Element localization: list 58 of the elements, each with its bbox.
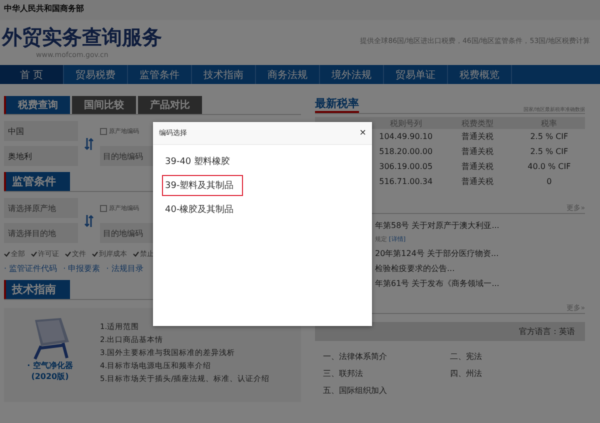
book-edition: (2020版) [31,371,69,382]
nav-item[interactable]: 境外法规 [320,65,384,84]
nav-item[interactable]: 首 页 [0,65,64,84]
law-link[interactable]: 二、宪法 [450,351,577,362]
law-link[interactable]: 四、州法 [450,368,577,379]
law-link[interactable]: 三、联邦法 [323,368,450,379]
nav-item[interactable]: 税费概览 [448,65,512,84]
destination-field[interactable]: 奥地利 [4,146,78,166]
destination-code-field[interactable]: 目的地编码 [100,146,156,166]
news-title[interactable]: 20年第124号 关于部分医疗物资... [375,248,585,259]
law-link[interactable]: 一、法律体系简介 [323,351,450,362]
table-cell-text: 104.49.90.10 [378,132,434,141]
close-button[interactable]: × [360,127,366,139]
table-cell-text: 2.5 % CIF [529,147,570,156]
code-option[interactable]: 39-塑料及其制品 [162,175,243,196]
official-language: 官方语言：英语 [519,326,575,337]
table-cell-text: 普通关税 [460,176,494,187]
section-heading: 技术指南 [4,280,70,299]
table-cell-text: 普通关税 [460,131,494,142]
table-cell-text: 普通关税 [460,146,494,157]
nav-item[interactable]: 监管条件 [128,65,192,84]
news-title[interactable]: 检验检疫要求的公告... [375,263,585,274]
check-icon [92,251,98,257]
check-icon [65,251,71,257]
destination-code-field[interactable]: 目的地编码 [100,223,156,243]
news-title[interactable]: 年第61号 关于发布《商务领域一... [375,278,585,289]
swap-icon[interactable] [84,136,94,150]
tab[interactable]: 税费查询 [4,96,70,114]
tab[interactable]: 国间比较 [72,96,136,114]
origin-field[interactable]: 中国 [4,121,78,141]
link[interactable]: · 申报要素 [63,263,100,274]
section-heading: 最新税率 [315,96,359,113]
table-cell-text: 普通关税 [460,161,494,172]
table-cell-text: 40.0 % CIF [526,162,572,171]
link[interactable]: · 监管证件代码 [4,263,58,274]
origin-field[interactable]: 请选择原产地 [4,198,78,218]
news-title[interactable]: 年第58号 关于对原产于澳大利亚... [375,220,585,231]
site-title: 外贸实务查询服务 [2,24,162,50]
ministry-name: 中华人民共和国商务部 [4,4,84,13]
nav-item[interactable]: 技术指南 [192,65,256,84]
table-cell-text: 516.71.00.34 [378,177,434,186]
book-title[interactable]: · 空气净化器 [27,360,73,371]
table-cell-text: 518.20.00.00 [378,147,434,156]
swap-icon[interactable] [84,214,94,228]
check-icon [4,251,10,257]
check-icon [31,251,37,257]
table-cell-text: 2.5 % CIF [529,132,570,141]
check-icon [133,251,139,257]
law-link[interactable]: 五、国际组织加入 [323,385,450,396]
nav-item[interactable]: 贸易税费 [64,65,128,84]
table-cell-text: 306.19.00.05 [378,162,434,171]
section-heading: 监管条件 [4,172,70,191]
nav-item[interactable]: 商务法规 [256,65,320,84]
link[interactable]: · 法规目录 [106,263,144,274]
table-cell-text: 0 [546,177,553,186]
nav-item[interactable]: 贸易单证 [384,65,448,84]
destination-field[interactable]: 请选择目的地 [4,223,78,243]
tab[interactable]: 产品对比 [138,96,202,114]
